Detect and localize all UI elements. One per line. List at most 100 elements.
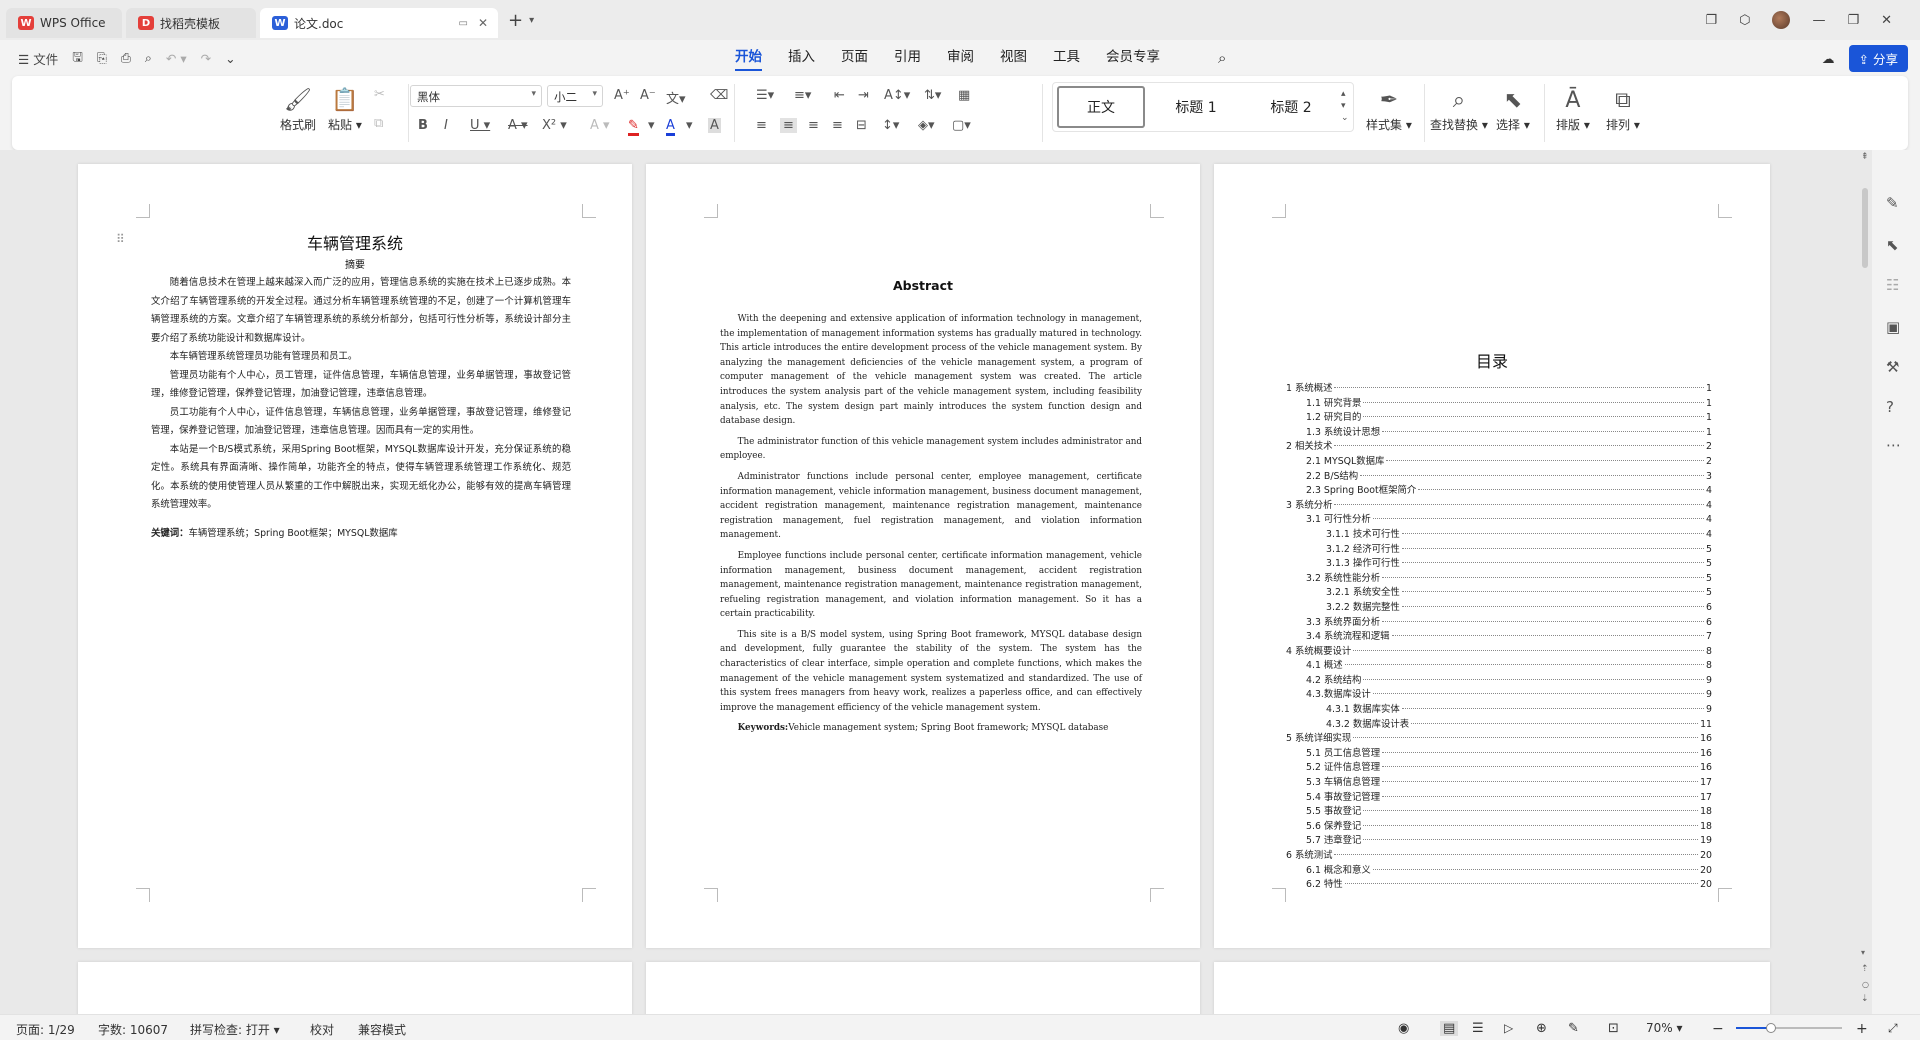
pen-icon[interactable]: ✎: [1886, 194, 1899, 212]
print-preview-icon[interactable]: ⌕: [145, 50, 152, 66]
zoom-slider-thumb[interactable]: [1766, 1023, 1776, 1033]
toc-entry[interactable]: 2.3 Spring Boot框架简介 4: [1286, 484, 1712, 499]
more-icon[interactable]: ⋯: [1886, 436, 1901, 454]
page-6[interactable]: [1214, 962, 1770, 1014]
page-5[interactable]: [646, 962, 1200, 1014]
gallery-down-icon[interactable]: ▾: [1341, 101, 1346, 111]
paste-button[interactable]: 📋 粘贴 ▾: [328, 86, 362, 133]
select-button[interactable]: ⬉ 选择 ▾: [1496, 86, 1530, 133]
toc-entry[interactable]: 3.2.2 数据完整性 6: [1286, 601, 1712, 616]
superscript-icon[interactable]: X² ▾: [542, 118, 567, 133]
eye-protection-icon[interactable]: ◉: [1398, 1021, 1409, 1036]
more-chevron-icon[interactable]: ⌄: [225, 51, 235, 66]
next-page-icon[interactable]: ⇣: [1861, 994, 1869, 1004]
gallery-expand-icon[interactable]: ⌄: [1341, 113, 1349, 123]
write-mode-icon[interactable]: ✎: [1568, 1021, 1579, 1036]
style-heading-2[interactable]: 标题 2: [1245, 86, 1337, 128]
scrollbar-thumb[interactable]: [1862, 188, 1868, 268]
save-icon[interactable]: 🖫: [72, 48, 83, 69]
cloud-icon[interactable]: ☁: [1822, 51, 1835, 66]
chevron-down-icon[interactable]: ▾: [686, 118, 693, 133]
strikethrough-icon[interactable]: A ▾: [508, 118, 528, 133]
toc-entry[interactable]: 4.3.2 数据库设计表 11: [1286, 718, 1712, 733]
adjust-icon[interactable]: ☷: [1886, 276, 1899, 294]
tab-review[interactable]: 审阅: [947, 45, 974, 71]
shrink-font-icon[interactable]: A⁻: [640, 88, 656, 103]
tab-view[interactable]: 视图: [1000, 45, 1027, 71]
pointer-icon[interactable]: ⬉: [1886, 236, 1899, 254]
toc-entry[interactable]: 3.2.1 系统安全性 5: [1286, 586, 1712, 601]
fullscreen-icon[interactable]: ⤢: [1888, 1021, 1898, 1036]
style-set-button[interactable]: ✒ 样式集 ▾: [1366, 86, 1412, 133]
page-1[interactable]: ⠿ 车辆管理系统 摘要 随着信息技术在管理上越来越深入而广泛的应用，管理信息系统…: [78, 164, 632, 948]
tab-wps-office[interactable]: W WPS Office: [6, 8, 122, 38]
zoom-level[interactable]: 70% ▾: [1646, 1021, 1683, 1035]
tab-insert[interactable]: 插入: [788, 45, 815, 71]
spell-check-toggle[interactable]: 拼写检查: 打开 ▾: [190, 1021, 280, 1038]
show-marks-icon[interactable]: ▦: [958, 88, 970, 103]
borders-icon[interactable]: ▢▾: [952, 118, 971, 133]
numbered-list-icon[interactable]: ≡▾: [794, 88, 811, 103]
decrease-indent-icon[interactable]: ⇤: [834, 88, 845, 103]
cube-icon[interactable]: ⬡: [1739, 13, 1750, 28]
tab-references[interactable]: 引用: [894, 45, 921, 71]
toc-entry[interactable]: 3.4 系统流程和逻辑 7: [1286, 630, 1712, 645]
highlight-icon[interactable]: ✎: [628, 118, 639, 136]
toc-entry[interactable]: 2 相关技术 2: [1286, 440, 1712, 455]
toc-entry[interactable]: 4.1 概述 8: [1286, 659, 1712, 674]
page-3[interactable]: 目录 1 系统概述 1 1.1 研究背景 1 1.2 研究目的 1 1.3 系统设计思想 1 2…: [1214, 164, 1770, 948]
word-count[interactable]: 字数: 10607: [98, 1021, 168, 1038]
toc-entry[interactable]: 3.3 系统界面分析 6: [1286, 616, 1712, 631]
undo-icon[interactable]: ↶ ▾: [166, 51, 187, 66]
font-name-select[interactable]: 黑体 ▾: [410, 85, 542, 107]
shading-icon[interactable]: ◈▾: [918, 118, 935, 133]
toc-entry[interactable]: 1.2 研究目的 1: [1286, 411, 1712, 426]
toc-entry[interactable]: 3.1 可行性分析 4: [1286, 513, 1712, 528]
sort-icon[interactable]: ⇅▾: [924, 88, 941, 103]
phonetic-icon[interactable]: 文▾: [666, 88, 686, 107]
fit-page-icon[interactable]: ⊡: [1608, 1021, 1619, 1036]
close-tab-icon[interactable]: ✕: [478, 16, 488, 30]
bullet-list-icon[interactable]: ☰▾: [756, 88, 774, 103]
toc-entry[interactable]: 1.3 系统设计思想 1: [1286, 426, 1712, 441]
typeset-button[interactable]: Ā 排版 ▾: [1556, 86, 1590, 133]
toc-entry[interactable]: 4 系统概要设计 8: [1286, 645, 1712, 660]
toc-entry[interactable]: 5.2 证件信息管理 16: [1286, 761, 1712, 776]
font-size-select[interactable]: 小二 ▾: [547, 85, 603, 107]
gallery-up-icon[interactable]: ▴: [1341, 89, 1346, 99]
page-4[interactable]: [78, 962, 632, 1014]
chevron-down-icon[interactable]: ▾: [648, 118, 655, 133]
format-painter-button[interactable]: 🖌 格式刷: [280, 86, 316, 133]
toc-entry[interactable]: 3.2 系统性能分析 5: [1286, 572, 1712, 587]
toc-entry[interactable]: 5.3 车辆信息管理 17: [1286, 776, 1712, 791]
align-right-icon[interactable]: ≡: [808, 118, 819, 133]
page-2[interactable]: Abstract With the deepening and extensiv…: [646, 164, 1200, 948]
tab-list-chevron-icon[interactable]: ▾: [529, 15, 534, 26]
search-icon[interactable]: ⌕: [1218, 49, 1226, 67]
toc-entry[interactable]: 3.1.3 操作可行性 5: [1286, 557, 1712, 572]
copy-icon[interactable]: ⧉: [374, 116, 383, 131]
toc-entry[interactable]: 2.1 MYSQL数据库 2: [1286, 455, 1712, 470]
redo-icon[interactable]: ↷: [201, 51, 211, 66]
bold-icon[interactable]: B: [418, 118, 428, 133]
grow-font-icon[interactable]: A⁺: [614, 88, 630, 103]
outline-view-icon[interactable]: ☰: [1472, 1021, 1484, 1036]
justify-icon[interactable]: ≡: [832, 118, 843, 133]
tab-document[interactable]: W 论文.doc ▭ ✕: [260, 8, 498, 38]
image-edit-icon[interactable]: ▣: [1886, 318, 1900, 336]
toc-entry[interactable]: 4.3.数据库设计 9: [1286, 688, 1712, 703]
toc-entry[interactable]: 3 系统分析 4: [1286, 499, 1712, 514]
toc-entry[interactable]: 5.4 事故登记管理 17: [1286, 791, 1712, 806]
find-replace-button[interactable]: ⌕ 查找替换 ▾: [1430, 86, 1488, 133]
minimize-icon[interactable]: —: [1812, 13, 1825, 28]
document-canvas[interactable]: ⠿ 车辆管理系统 摘要 随着信息技术在管理上越来越深入而广泛的应用，管理信息系统…: [0, 150, 1920, 1014]
share-button[interactable]: ⇪ 分享: [1848, 44, 1908, 72]
zoom-out-icon[interactable]: −: [1712, 1021, 1724, 1037]
arrange-button[interactable]: ⧉ 排列 ▾: [1606, 86, 1640, 133]
toc-entry[interactable]: 3.1.2 经济可行性 5: [1286, 543, 1712, 558]
toc-entry[interactable]: 5.6 保养登记 18: [1286, 820, 1712, 835]
font-color-icon[interactable]: A: [666, 118, 675, 136]
zoom-slider[interactable]: [1736, 1023, 1842, 1033]
scroll-down-icon[interactable]: ▾: [1861, 948, 1865, 957]
scroll-top-icon[interactable]: ⇞: [1861, 152, 1869, 162]
